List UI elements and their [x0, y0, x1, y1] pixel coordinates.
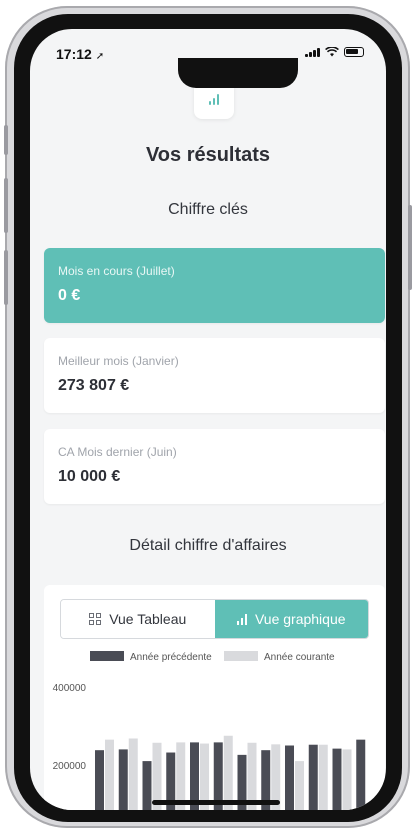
card-last-month[interactable]: CA Mois dernier (Juin) 10 000 € — [44, 429, 385, 504]
chart-bar — [128, 738, 138, 810]
phone-power-button — [408, 205, 412, 290]
card-value: 10 000 € — [58, 468, 121, 485]
table-view-label: Vue Tableau — [109, 611, 187, 627]
card-value: 0 € — [58, 287, 81, 304]
battery-icon — [344, 47, 364, 57]
card-value: 273 807 € — [58, 377, 130, 394]
card-label: CA Mois dernier (Juin) — [58, 445, 177, 459]
chart-bar — [142, 761, 152, 810]
notch — [178, 58, 298, 88]
chart-bar — [95, 750, 104, 810]
legend-label: Année précédente — [130, 652, 212, 663]
chart-view-label: Vue graphique — [254, 611, 346, 627]
status-time: 17:12 ➚ — [56, 46, 104, 62]
legend-swatch — [224, 651, 258, 661]
status-icons — [305, 47, 364, 57]
chart-bar — [342, 749, 352, 810]
status-time-text: 17:12 — [56, 46, 92, 62]
phone-side-button — [4, 125, 8, 155]
page-title: Vos résultats — [145, 144, 271, 166]
home-indicator — [152, 800, 280, 805]
revenue-detail-title: Détail chiffre d'affaires — [129, 537, 287, 554]
chart-bar — [118, 749, 128, 810]
y-tick-label: 200000 — [53, 761, 87, 772]
phone-volume-up — [4, 178, 8, 233]
legend-label: Année courante — [264, 652, 335, 663]
view-toggle: Vue Tableau Vue graphique — [60, 599, 369, 639]
cellular-signal-icon — [305, 48, 320, 57]
revenue-bar-chart: Année précédente Année courante 400000 2000… — [53, 651, 366, 810]
key-figures-title: Chiffre clés — [168, 201, 248, 218]
chart-bar — [308, 744, 318, 810]
table-view-button[interactable]: Vue Tableau — [61, 600, 215, 638]
wifi-icon — [325, 47, 339, 57]
screen: 17:12 ➚ Vos résultats Chiffre clés Mois … — [30, 29, 386, 810]
card-label: Meilleur mois (Janvier) — [58, 354, 179, 368]
chart-bar — [285, 745, 294, 810]
chart-bar — [356, 739, 366, 810]
card-label: Mois en cours (Juillet) — [58, 264, 175, 278]
chart-bar — [332, 748, 342, 810]
chart-view-button[interactable]: Vue graphique — [214, 600, 368, 638]
y-tick-label: 400000 — [53, 683, 87, 694]
legend-swatch — [90, 651, 124, 661]
card-current-month[interactable]: Mois en cours (Juillet) 0 € — [44, 248, 385, 323]
bar-chart-icon — [236, 613, 247, 625]
card-best-month[interactable]: Meilleur mois (Janvier) 273 807 € — [44, 338, 385, 413]
revenue-chart-card: Vue Tableau Vue graphique Année précéden… — [44, 585, 385, 810]
chart-bar — [318, 744, 328, 810]
chart-bar — [223, 735, 233, 810]
location-arrow-icon: ➚ — [95, 51, 105, 62]
chart-bar — [105, 739, 114, 810]
chart-bar — [295, 761, 304, 810]
grid-icon — [89, 613, 102, 625]
phone-volume-down — [4, 250, 8, 305]
